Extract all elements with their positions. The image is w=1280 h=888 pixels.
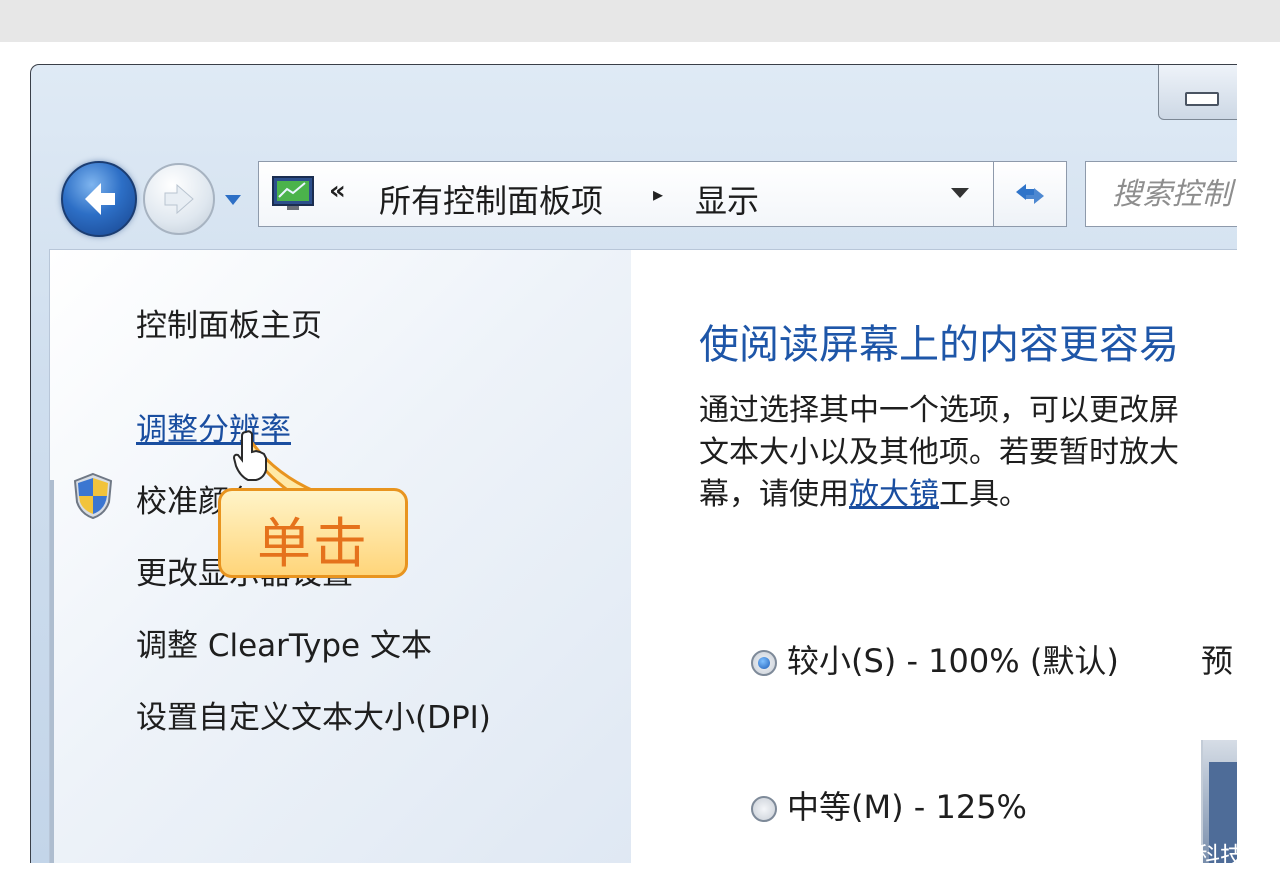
watermark-text: 科技 [1196, 842, 1244, 870]
description-line-2: 文本大小以及其他项。若要暂时放大 [699, 435, 1179, 470]
minimize-icon [1185, 92, 1219, 106]
display-icon [272, 176, 314, 210]
magnifier-link[interactable]: 放大镜 [849, 477, 939, 512]
breadcrumb-overflow-chevron[interactable]: « [329, 176, 346, 206]
custom-dpi-link[interactable]: 设置自定义文本大小(DPI) [136, 692, 491, 737]
main-content-pane: 使阅读屏幕上的内容更容易 通过选择其中一个选项，可以更改屏 文本大小以及其他项。… [631, 249, 1237, 863]
radio-smaller[interactable] [751, 650, 777, 676]
breadcrumb-separator[interactable]: ▸ [653, 182, 663, 206]
description-line-3-suffix: 工具。 [939, 477, 1029, 512]
refresh-icon [1016, 184, 1044, 204]
breadcrumb-all-control-panel-items[interactable]: 所有控制面板项 [379, 176, 603, 222]
address-dropdown-icon[interactable] [951, 188, 969, 198]
option-smaller-label: 较小(S) - 100% (默认) [787, 642, 1119, 680]
recent-pages-dropdown-icon[interactable] [221, 187, 245, 211]
back-button[interactable] [61, 161, 137, 237]
back-arrow-icon [85, 183, 115, 215]
uac-shield-icon [73, 472, 113, 520]
callout-text: 单击 [257, 512, 369, 575]
control-panel-window: « 所有控制面板项 ▸ 显示 控制面板主页 调整分辨率 校准颜色 更改显示器设置… [30, 64, 1237, 863]
minimize-button[interactable] [1158, 65, 1237, 120]
forward-button[interactable] [143, 163, 215, 235]
hand-cursor-icon [232, 430, 267, 481]
address-bar[interactable]: « 所有控制面板项 ▸ 显示 [258, 161, 996, 227]
page-top-band [0, 0, 1280, 42]
description-line-1: 通过选择其中一个选项，可以更改屏 [699, 393, 1179, 428]
description-line-3: 幕，请使用放大镜工具。 [699, 474, 1237, 516]
left-pane-scrollbar[interactable] [50, 480, 54, 863]
adjust-cleartype-link[interactable]: 调整 ClearType 文本 [136, 620, 432, 665]
click-callout: 单击 [218, 488, 408, 578]
option-medium[interactable]: 中等(M) - 125% [751, 782, 1027, 828]
search-input[interactable] [1086, 162, 1237, 226]
description-line-3-prefix: 幕，请使用 [699, 477, 849, 512]
option-smaller[interactable]: 较小(S) - 100% (默认) [751, 636, 1119, 682]
preview-label: 预 [1201, 642, 1234, 680]
control-panel-home-link[interactable]: 控制面板主页 [136, 300, 322, 345]
page-heading: 使阅读屏幕上的内容更容易 [699, 322, 1179, 368]
option-medium-label: 中等(M) - 125% [787, 788, 1027, 826]
search-box[interactable] [1085, 161, 1237, 227]
breadcrumb-display[interactable]: 显示 [695, 176, 759, 222]
refresh-button[interactable] [993, 161, 1067, 227]
description-text: 通过选择其中一个选项，可以更改屏 文本大小以及其他项。若要暂时放大 幕，请使用放… [699, 390, 1237, 516]
radio-medium[interactable] [751, 796, 777, 822]
forward-arrow-icon [164, 183, 194, 215]
